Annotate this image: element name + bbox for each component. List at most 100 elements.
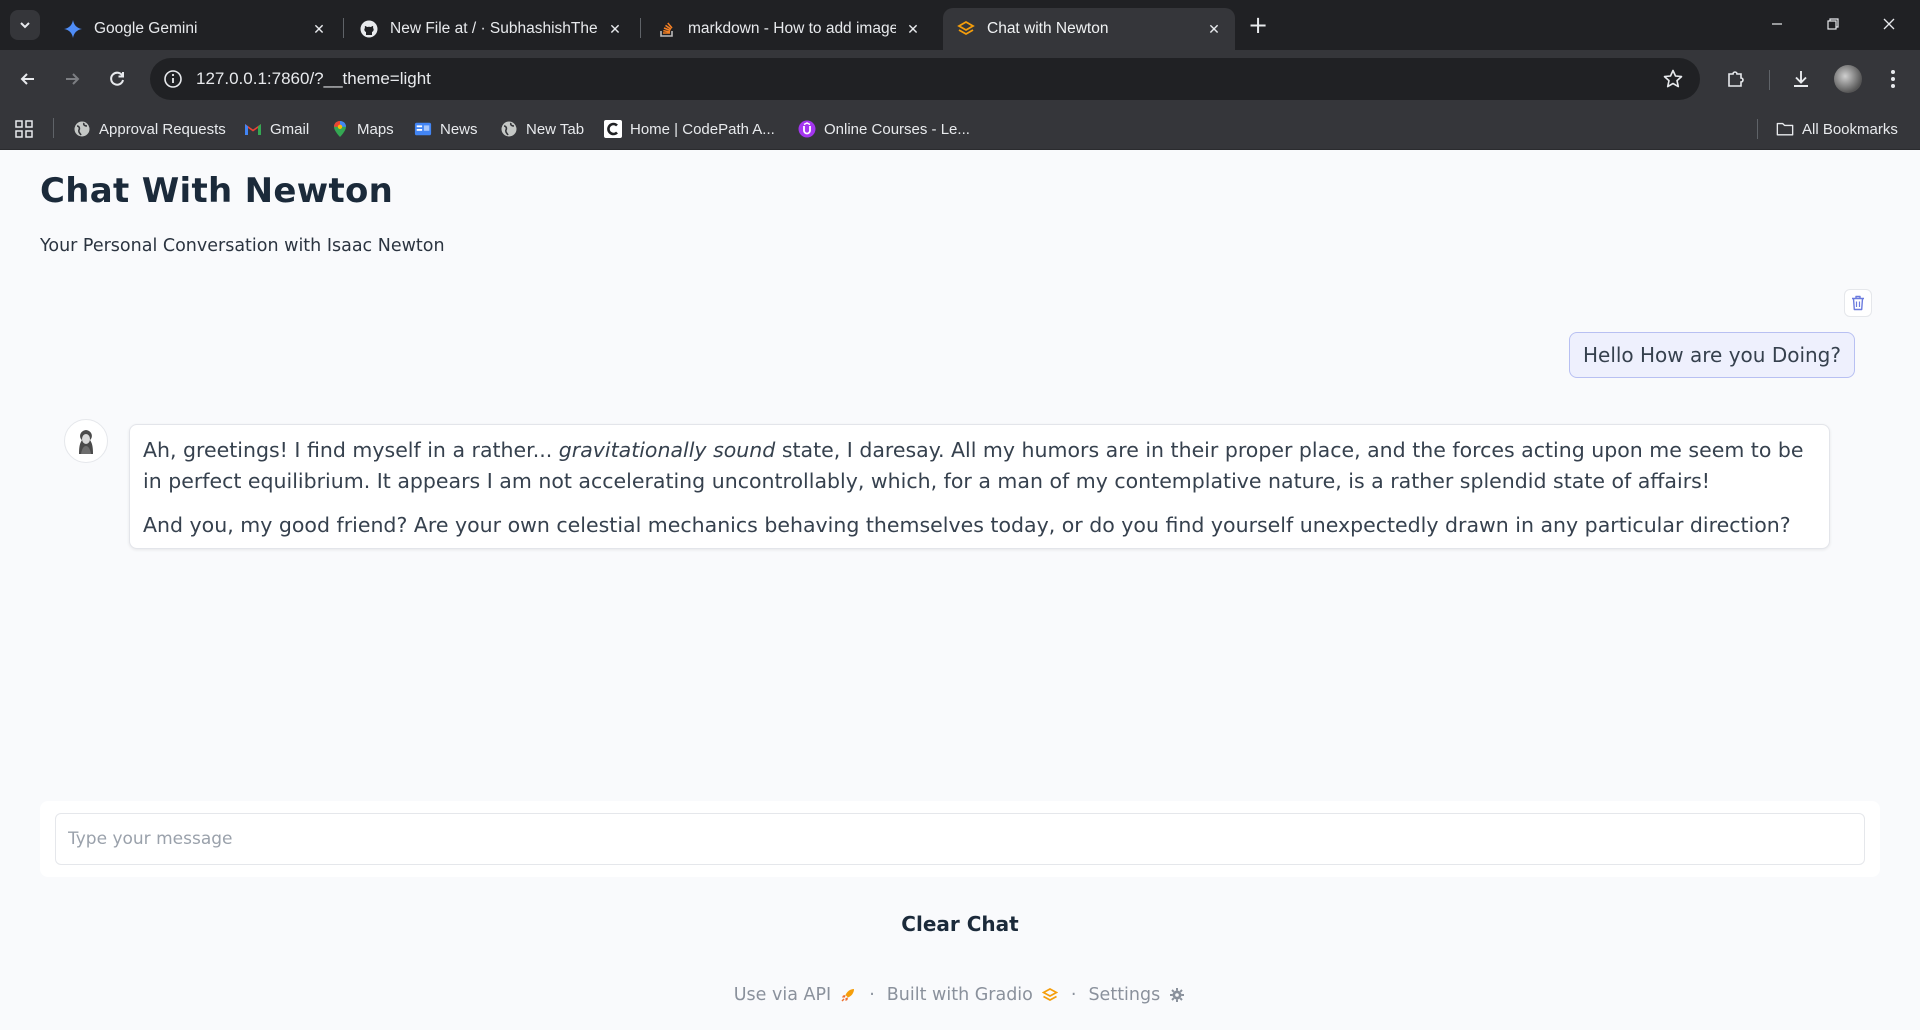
bookmark-news[interactable]: News	[414, 118, 478, 140]
bookmark-separator	[1757, 119, 1758, 139]
footer-label: Settings	[1088, 985, 1161, 1005]
message-input[interactable]	[55, 813, 1865, 865]
bookmark-star-icon[interactable]	[1662, 68, 1684, 90]
close-icon[interactable]: ✕	[1203, 18, 1225, 40]
minimize-icon	[1772, 23, 1782, 25]
github-icon	[360, 20, 378, 38]
bookmark-label: Gmail	[270, 120, 310, 138]
apps-button[interactable]	[14, 118, 34, 140]
close-icon[interactable]: ✕	[604, 18, 626, 40]
site-info-icon[interactable]	[162, 68, 184, 90]
extensions-button[interactable]	[1722, 65, 1750, 93]
back-button[interactable]	[14, 65, 42, 93]
page-title: Chat With Newton	[40, 171, 394, 211]
tab-google-gemini[interactable]: Google Gemini ✕	[50, 8, 340, 50]
footer-label: Use via API	[733, 985, 832, 1005]
bookmark-maps[interactable]: Maps	[331, 118, 394, 140]
news-icon	[414, 120, 432, 138]
footer-separator: ·	[869, 985, 875, 1005]
gear-icon	[1168, 986, 1186, 1004]
arrow-right-icon	[66, 73, 80, 85]
stackoverflow-icon	[658, 20, 676, 38]
more-vert-icon	[1891, 70, 1895, 88]
tab-github-new-file[interactable]: New File at / · SubhashishTheC ✕	[346, 8, 636, 50]
gradio-logo-icon	[1041, 986, 1059, 1004]
clear-conversation-button[interactable]	[1844, 289, 1872, 317]
tab-title: Chat with Newton	[987, 20, 1109, 37]
bookmark-label: Approval Requests	[99, 120, 226, 138]
bookmark-approval-requests[interactable]: Approval Requests	[73, 118, 226, 140]
clear-chat-button[interactable]: Clear Chat	[860, 904, 1060, 944]
bookmark-new-tab[interactable]: New Tab	[500, 118, 584, 140]
bookmark-gmail[interactable]: Gmail	[244, 118, 309, 140]
tab-separator	[640, 18, 641, 38]
newton-portrait-icon	[79, 430, 93, 454]
browser-menu-button[interactable]	[1879, 65, 1907, 93]
gemini-icon	[64, 20, 82, 38]
reload-button[interactable]	[103, 65, 131, 93]
footer: Use via API · Built with Gradio · Settin…	[0, 985, 1920, 1005]
bot-message-bubble: Ah, greetings! I find myself in a rather…	[129, 424, 1830, 549]
reload-icon	[110, 71, 124, 86]
bookmark-separator	[53, 118, 54, 138]
footer-separator: ·	[1070, 985, 1077, 1005]
close-icon[interactable]: ✕	[308, 18, 330, 40]
browser-tab-bar: Google Gemini ✕ New File at / · Subhashi…	[0, 0, 1920, 50]
forward-button[interactable]	[58, 65, 86, 93]
folder-icon	[1776, 120, 1794, 138]
puzzle-icon	[1728, 71, 1744, 87]
gradio-icon	[957, 20, 975, 38]
maps-icon	[331, 120, 349, 138]
bot-message-paragraph: And you, my good friend? Are your own ce…	[143, 513, 1791, 537]
bookmarks-bar: Approval Requests Gmail Maps News New Ta…	[0, 108, 1920, 150]
tab-title: markdown - How to add image	[688, 20, 896, 37]
tab-markdown-stackoverflow[interactable]: markdown - How to add image ✕	[644, 8, 934, 50]
udemy-icon	[798, 120, 816, 138]
restore-button[interactable]	[1810, 8, 1856, 40]
user-message-bubble: Hello How are you Doing?	[1568, 332, 1855, 378]
tab-search-button[interactable]	[10, 10, 40, 40]
all-bookmarks-button[interactable]: All Bookmarks	[1776, 118, 1898, 140]
address-bar[interactable]: 127.0.0.1:7860/?__theme=light	[150, 58, 1700, 100]
close-icon	[1883, 18, 1895, 30]
bot-message-paragraph: Ah, greetings! I find myself in a rather…	[143, 435, 1816, 497]
bookmark-label: Online Courses - Le...	[824, 120, 970, 138]
url-text: 127.0.0.1:7860/?__theme=light	[196, 69, 431, 88]
profile-avatar[interactable]	[1834, 65, 1862, 93]
minimize-button[interactable]	[1754, 8, 1800, 40]
restore-icon	[1827, 18, 1839, 30]
downloads-button[interactable]	[1787, 65, 1815, 93]
footer-label: Built with Gradio	[886, 985, 1033, 1005]
bookmark-label: Home | CodePath A...	[630, 120, 775, 138]
bot-text-emphasis: gravitationally sound	[558, 438, 776, 462]
use-via-api-link[interactable]: Use via API	[734, 985, 857, 1005]
gradio-app: Chat With Newton Your Personal Conversat…	[0, 151, 1920, 1030]
page-subtitle: Your Personal Conversation with Isaac Ne…	[40, 236, 445, 256]
gmail-icon	[244, 120, 262, 138]
new-tab-button[interactable]: +	[1244, 12, 1272, 40]
bookmark-online-courses[interactable]: Online Courses - Le...	[798, 118, 970, 140]
all-bookmarks-label: All Bookmarks	[1802, 120, 1898, 138]
settings-link[interactable]: Settings	[1088, 985, 1186, 1005]
tab-chat-with-newton[interactable]: Chat with Newton ✕	[943, 8, 1235, 50]
toolbar-divider	[1769, 70, 1770, 90]
tab-title: Google Gemini	[94, 20, 198, 37]
bookmark-label: News	[440, 120, 478, 138]
bookmark-label: Maps	[357, 120, 394, 138]
chevron-down-icon	[20, 22, 30, 29]
arrow-left-icon	[20, 73, 34, 85]
bot-text: Ah, greetings! I find myself in a rather…	[143, 438, 559, 462]
newton-avatar	[64, 419, 108, 463]
trash-icon	[1852, 295, 1864, 311]
tab-separator	[343, 18, 344, 38]
download-icon	[1794, 71, 1808, 87]
message-input-panel	[40, 801, 1880, 877]
globe-icon	[500, 120, 518, 138]
globe-icon	[73, 120, 91, 138]
browser-toolbar: 127.0.0.1:7860/?__theme=light	[0, 50, 1920, 108]
close-icon[interactable]: ✕	[902, 18, 924, 40]
codepath-icon	[604, 120, 622, 138]
bookmark-codepath[interactable]: Home | CodePath A...	[604, 118, 775, 140]
built-with-gradio-link[interactable]: Built with Gradio	[887, 985, 1059, 1005]
close-window-button[interactable]	[1866, 8, 1912, 40]
